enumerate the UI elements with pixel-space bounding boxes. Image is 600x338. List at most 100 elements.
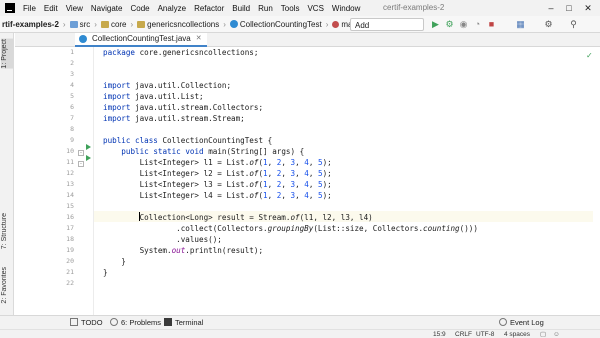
right-scroll-strip[interactable] [593, 47, 600, 315]
line-number: 5 [70, 92, 74, 100]
menu-refactor[interactable]: Refactor [190, 4, 228, 13]
indent-setting[interactable]: 4 spaces [504, 330, 530, 338]
code-line: Collection<Long> result = Stream.of(l1, … [103, 213, 373, 222]
code-line: List<Integer> l1 = List.of(1, 2, 3, 4, 5… [103, 158, 332, 167]
problems-label: 6: Problems [121, 318, 162, 327]
minimize-icon[interactable]: – [545, 2, 557, 14]
menu-run[interactable]: Run [254, 4, 277, 13]
profile-icon[interactable]: ◔ [472, 19, 483, 30]
event-log-icon [499, 318, 507, 326]
code-line: import java.util.Collection; [103, 81, 232, 90]
chevron-right-icon: › [62, 19, 66, 29]
caret-position[interactable]: 15:9 [433, 330, 446, 338]
line-number: 13 [66, 180, 74, 188]
menu-edit[interactable]: Edit [40, 4, 62, 13]
code-line: List<Integer> l3 = List.of(1, 2, 3, 4, 5… [103, 180, 332, 189]
menu-analyze[interactable]: Analyze [154, 4, 190, 13]
inspector-icon[interactable]: ☺ [553, 330, 560, 338]
breadcrumb-project[interactable]: rtif-examples-2 [0, 20, 61, 29]
event-log-tool-tab[interactable]: Event Log [499, 316, 544, 330]
maximize-icon[interactable]: □ [563, 2, 575, 14]
line-number: 20 [66, 257, 74, 265]
breadcrumb-class[interactable]: CollectionCountingTest [228, 19, 324, 29]
navigation-bar: rtif-examples-2 › src › core › genericsn… [0, 16, 600, 43]
line-number: 11 [66, 158, 74, 166]
inspection-ok-icon[interactable]: ✓ [586, 51, 593, 60]
chevron-right-icon: › [325, 19, 329, 29]
run-icon[interactable]: ▶ [430, 19, 441, 30]
line-number: 1 [70, 48, 74, 56]
run-class-icon[interactable] [86, 144, 92, 150]
coverage-icon[interactable]: ◉ [458, 19, 469, 30]
code-line: public class CollectionCountingTest { [103, 136, 273, 145]
window-title: certif-examples-2 [383, 3, 445, 12]
menu-vcs[interactable]: VCS [303, 4, 327, 13]
search-icon[interactable]: ⚲ [568, 19, 579, 30]
tab-collection-counting-test[interactable]: CollectionCountingTest.java ✕ [75, 33, 207, 47]
code-line: .values(); [103, 235, 222, 244]
editor-tab-bar: CollectionCountingTest.java ✕ [15, 33, 600, 47]
terminal-tool-tab[interactable]: Terminal [164, 316, 203, 330]
favorites-tool-tab[interactable]: 2: Favorites [1, 267, 13, 304]
stop-icon[interactable]: ■ [486, 19, 497, 30]
line-number: 12 [66, 169, 74, 177]
line-separator[interactable]: CRLF [455, 330, 472, 338]
line-number: 16 [66, 213, 74, 221]
line-number: 22 [66, 279, 74, 287]
breadcrumb-core[interactable]: core [99, 20, 129, 29]
code-line: } [103, 257, 126, 266]
class-icon [79, 35, 87, 43]
menu-tools[interactable]: Tools [277, 4, 304, 13]
status-bar: 15:9 CRLF UTF-8 4 spaces ▢ ☺ [0, 329, 600, 338]
close-tab-icon[interactable]: ✕ [196, 33, 202, 45]
run-main-icon[interactable] [86, 155, 92, 161]
run-configuration-dropdown[interactable]: Add Configuration... [350, 18, 424, 43]
line-number: 4 [70, 81, 74, 89]
line-number: 8 [70, 125, 74, 133]
debug-icon[interactable]: ⚙ [444, 19, 455, 30]
structure-tool-tab[interactable]: 7: Structure [1, 213, 13, 249]
menu-bar: File Edit View Navigate Code Analyze Ref… [0, 0, 600, 16]
event-log-label: Event Log [510, 318, 544, 327]
todo-label: TODO [81, 318, 103, 327]
menu-navigate[interactable]: Navigate [87, 4, 127, 13]
line-number: 17 [66, 224, 74, 232]
fold-icon[interactable]: - [78, 161, 84, 167]
terminal-label: Terminal [175, 318, 204, 327]
text-caret [139, 212, 140, 221]
breadcrumb-package-label: genericsncollections [147, 19, 220, 29]
gutter-divider [93, 47, 94, 315]
left-tool-strip: 1: Project 7: Structure 2: Favorites [0, 33, 14, 315]
project-structure-icon[interactable]: ▦ [515, 19, 526, 30]
code-line: List<Integer> l2 = List.of(1, 2, 3, 4, 5… [103, 169, 332, 178]
code-editor[interactable]: package core.genericsncollections; import… [103, 47, 593, 315]
line-number: 10 [66, 147, 74, 155]
lock-icon[interactable]: ▢ [540, 330, 546, 338]
problems-icon [110, 318, 118, 326]
file-encoding[interactable]: UTF-8 [476, 330, 494, 338]
project-tool-tab[interactable]: 1: Project [1, 39, 13, 69]
fold-icon[interactable]: - [78, 150, 84, 156]
settings-icon[interactable]: ⚙ [543, 19, 554, 30]
breadcrumb-core-label: core [110, 19, 127, 29]
line-number: 15 [66, 202, 74, 210]
breadcrumb-src[interactable]: src [68, 20, 93, 29]
close-icon[interactable]: ✕ [582, 2, 594, 14]
line-number: 21 [66, 268, 74, 276]
terminal-icon [164, 318, 172, 326]
menu-code[interactable]: Code [126, 4, 153, 13]
menu-view[interactable]: View [62, 4, 87, 13]
menu-window[interactable]: Window [328, 4, 364, 13]
menu-file[interactable]: File [19, 4, 40, 13]
code-line: package core.genericsncollections; [103, 48, 259, 57]
problems-tool-tab[interactable]: 6: Problems [110, 316, 161, 330]
todo-tool-tab[interactable]: TODO [70, 316, 103, 330]
breadcrumb-package[interactable]: genericsncollections [135, 20, 221, 29]
line-number: 3 [70, 70, 74, 78]
code-line: System.out.println(result); [103, 246, 264, 255]
breadcrumb-class-label: CollectionCountingTest [239, 19, 322, 29]
code-line: import java.util.stream.Stream; [103, 114, 245, 123]
method-icon [332, 20, 340, 28]
line-number: 18 [66, 235, 74, 243]
menu-build[interactable]: Build [228, 4, 254, 13]
